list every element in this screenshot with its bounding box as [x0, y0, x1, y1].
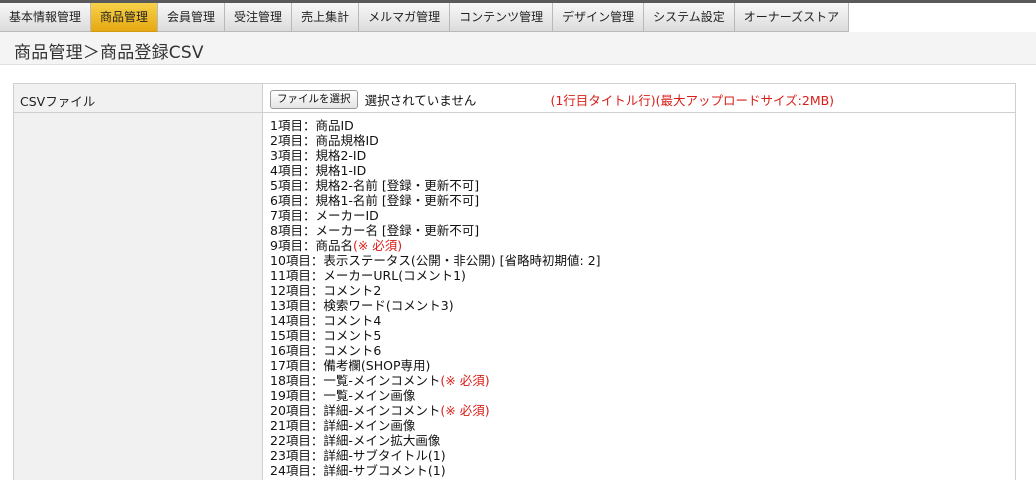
nav-tab[interactable]: 商品管理	[91, 3, 159, 32]
csv-item: 15項目：コメント5	[270, 328, 1009, 343]
csv-item: 7項目：メーカーID	[270, 208, 1009, 223]
csv-item: 23項目：詳細-サブタイトル(1)	[270, 448, 1009, 463]
csv-item-text: 11項目：メーカーURL(コメント1)	[270, 268, 466, 283]
csv-item: 6項目：規格1-名前 [登録・更新不可]	[270, 193, 1009, 208]
csv-item-text: 10項目：表示ステータス(公開・非公開) [省略時初期値: 2]	[270, 253, 601, 268]
nav-tab[interactable]: 売上集計	[292, 3, 360, 32]
csv-item: 13項目：検索ワード(コメント3)	[270, 298, 1009, 313]
nav-tab[interactable]: 会員管理	[158, 3, 226, 32]
csv-item-text: 24項目：詳細-サブコメント(1)	[270, 463, 446, 478]
csv-item: 2項目：商品規格ID	[270, 133, 1009, 148]
csv-file-cell: ファイルを選択 選択されていません (1行目タイトル行)(最大アップロードサイズ…	[262, 83, 1016, 113]
required-mark: (※ 必須)	[440, 403, 490, 418]
csv-items-label	[13, 112, 263, 480]
csv-item: 14項目：コメント4	[270, 313, 1009, 328]
csv-items-cell: 1項目：商品ID 2項目：商品規格ID 3項目：規格2-ID 4項目：規格1-ID 5項…	[262, 112, 1016, 480]
csv-item-text: 13項目：検索ワード(コメント3)	[270, 298, 454, 313]
csv-item-text: 16項目：コメント6	[270, 343, 382, 358]
csv-item-text: 23項目：詳細-サブタイトル(1)	[270, 448, 446, 463]
csv-file-row: CSVファイル ファイルを選択 選択されていません (1行目タイトル行)(最大ア…	[13, 83, 1016, 113]
csv-item-text: 2項目：商品規格ID	[270, 133, 379, 148]
csv-item: 1項目：商品ID	[270, 118, 1009, 133]
csv-item-text: 4項目：規格1-ID	[270, 163, 367, 178]
nav-tab[interactable]: システム設定	[644, 3, 735, 32]
csv-item: 18項目：一覧-メインコメント(※ 必須)	[270, 373, 1009, 388]
required-mark: (※ 必須)	[352, 238, 403, 253]
csv-item-text: 1項目：商品ID	[270, 118, 354, 133]
csv-item: 16項目：コメント6	[270, 343, 1009, 358]
csv-item-text: 17項目：備考欄(SHOP専用)	[270, 358, 431, 373]
csv-item: 5項目：規格2-名前 [登録・更新不可]	[270, 178, 1009, 193]
choose-file-button[interactable]: ファイルを選択	[270, 90, 358, 109]
csv-item-text: 5項目：規格2-名前 [登録・更新不可]	[270, 178, 480, 193]
nav-tab[interactable]: 基本情報管理	[0, 3, 92, 32]
csv-item-list: 1項目：商品ID 2項目：商品規格ID 3項目：規格2-ID 4項目：規格1-ID 5項…	[270, 118, 1009, 478]
nav-tab[interactable]: メルマガ管理	[359, 3, 451, 32]
csv-item: 10項目：表示ステータス(公開・非公開) [省略時初期値: 2]	[270, 253, 1009, 268]
nav-tab[interactable]: デザイン管理	[553, 3, 645, 32]
csv-item: 3項目：規格2-ID	[270, 148, 1009, 163]
csv-item: 11項目：メーカーURL(コメント1)	[270, 268, 1009, 283]
csv-item-text: 3項目：規格2-ID	[270, 148, 367, 163]
csv-item-text: 18項目：一覧-メインコメント	[270, 373, 441, 388]
csv-item-text: 9項目：商品名	[270, 238, 353, 253]
csv-item-text: 12項目：コメント2	[270, 283, 382, 298]
csv-item: 21項目：詳細-メイン画像	[270, 418, 1009, 433]
nav-tab[interactable]: オーナーズストア	[734, 3, 850, 32]
nav-tab[interactable]: コンテンツ管理	[450, 3, 554, 32]
csv-item: 19項目：一覧-メイン画像	[270, 388, 1009, 403]
csv-items-row: 1項目：商品ID 2項目：商品規格ID 3項目：規格2-ID 4項目：規格1-ID 5項…	[13, 112, 1016, 480]
csv-item: 4項目：規格1-ID	[270, 163, 1009, 178]
csv-item-text: 8項目：メーカー名 [登録・更新不可]	[270, 223, 480, 238]
required-mark: (※ 必須)	[440, 373, 490, 388]
file-status-text: 選択されていません	[364, 93, 477, 108]
csv-item-text: 7項目：メーカーID	[270, 208, 379, 223]
csv-item: 12項目：コメント2	[270, 283, 1009, 298]
csv-item-text: 21項目：詳細-メイン画像	[270, 418, 416, 433]
csv-item-text: 20項目：詳細-メインコメント	[270, 403, 441, 418]
csv-item: 24項目：詳細-サブコメント(1)	[270, 463, 1009, 478]
csv-item: 20項目：詳細-メインコメント(※ 必須)	[270, 403, 1009, 418]
upload-note: (1行目タイトル行)(最大アップロードサイズ:2MB)	[550, 93, 835, 108]
csv-file-label: CSVファイル	[13, 83, 263, 113]
csv-item: 8項目：メーカー名 [登録・更新不可]	[270, 223, 1009, 238]
csv-item-text: 14項目：コメント4	[270, 313, 382, 328]
csv-item-text: 22項目：詳細-メイン拡大画像	[270, 433, 441, 448]
csv-item: 9項目：商品名(※ 必須)	[270, 238, 1009, 253]
nav-tab[interactable]: 受注管理	[225, 3, 293, 32]
csv-item: 17項目：備考欄(SHOP専用)	[270, 358, 1009, 373]
csv-item-text: 19項目：一覧-メイン画像	[270, 388, 416, 403]
csv-item: 22項目：詳細-メイン拡大画像	[270, 433, 1009, 448]
main-nav: 基本情報管理 商品管理 会員管理 受注管理 売上集計 メルマガ管理 コンテンツ管理 デザイン管…	[0, 3, 850, 32]
page-title: 商品管理＞商品登録CSV	[14, 43, 204, 63]
csv-item-text: 6項目：規格1-名前 [登録・更新不可]	[270, 193, 480, 208]
csv-item-text: 15項目：コメント5	[270, 328, 382, 343]
csv-upload-form: CSVファイル ファイルを選択 選択されていません (1行目タイトル行)(最大ア…	[13, 83, 1016, 480]
